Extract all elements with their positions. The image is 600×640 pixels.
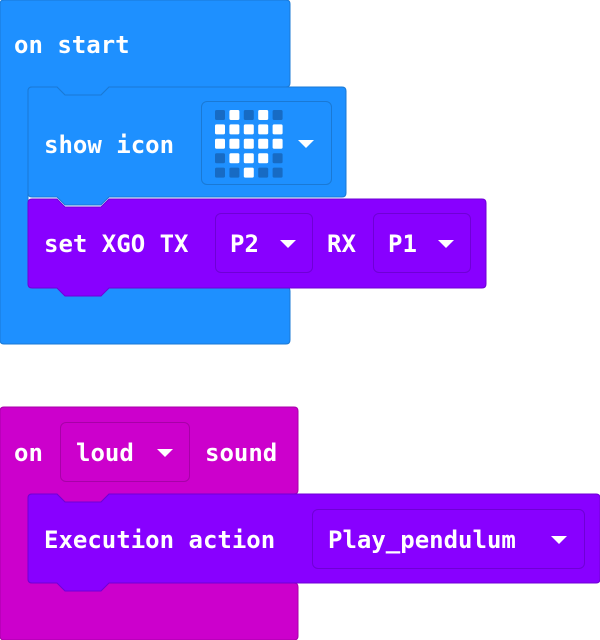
led-on [258,110,269,120]
sound-label: sound [205,439,278,467]
on-label: on [14,439,43,467]
led-off [272,110,283,120]
show-icon-label: show icon [44,131,175,159]
rx-label: RX [327,230,356,258]
tx-value: P2 [230,230,259,258]
action-value: Play_pendulum [328,526,516,554]
led-on [229,110,240,120]
chevron-down-icon [298,140,314,148]
led-on [272,138,283,149]
led-off [215,167,225,178]
chevron-down-icon [157,449,173,457]
chevron-down-icon [551,536,567,544]
led-off [229,167,240,178]
led-on [243,167,254,178]
led-on [229,153,240,164]
action-dropdown[interactable]: Play_pendulum [312,509,585,569]
led-off [243,110,254,120]
icon-dropdown[interactable] [201,101,332,185]
heart-icon [215,110,283,178]
rx-dropdown[interactable]: P1 [373,213,471,273]
on-start-label: on start [14,31,130,59]
led-off [215,153,225,164]
led-on [258,138,269,149]
led-on [229,124,240,135]
led-on [243,153,254,164]
led-on [243,124,254,135]
chevron-down-icon [438,240,454,248]
sound-dropdown[interactable]: loud [60,422,190,482]
led-off [215,110,225,120]
led-on [272,124,283,135]
chevron-down-icon [280,240,296,248]
led-off [272,153,283,164]
led-off [272,167,283,178]
tx-dropdown[interactable]: P2 [215,213,313,273]
execution-action-label: Execution action [44,526,276,554]
led-off [258,167,269,178]
sound-value: loud [76,439,134,467]
led-on [215,138,225,149]
led-on [243,138,254,149]
led-on [215,124,225,135]
rx-value: P1 [388,230,417,258]
led-on [258,153,269,164]
set-xgo-label: set XGO TX [44,230,189,258]
led-on [229,138,240,149]
led-on [258,124,269,135]
